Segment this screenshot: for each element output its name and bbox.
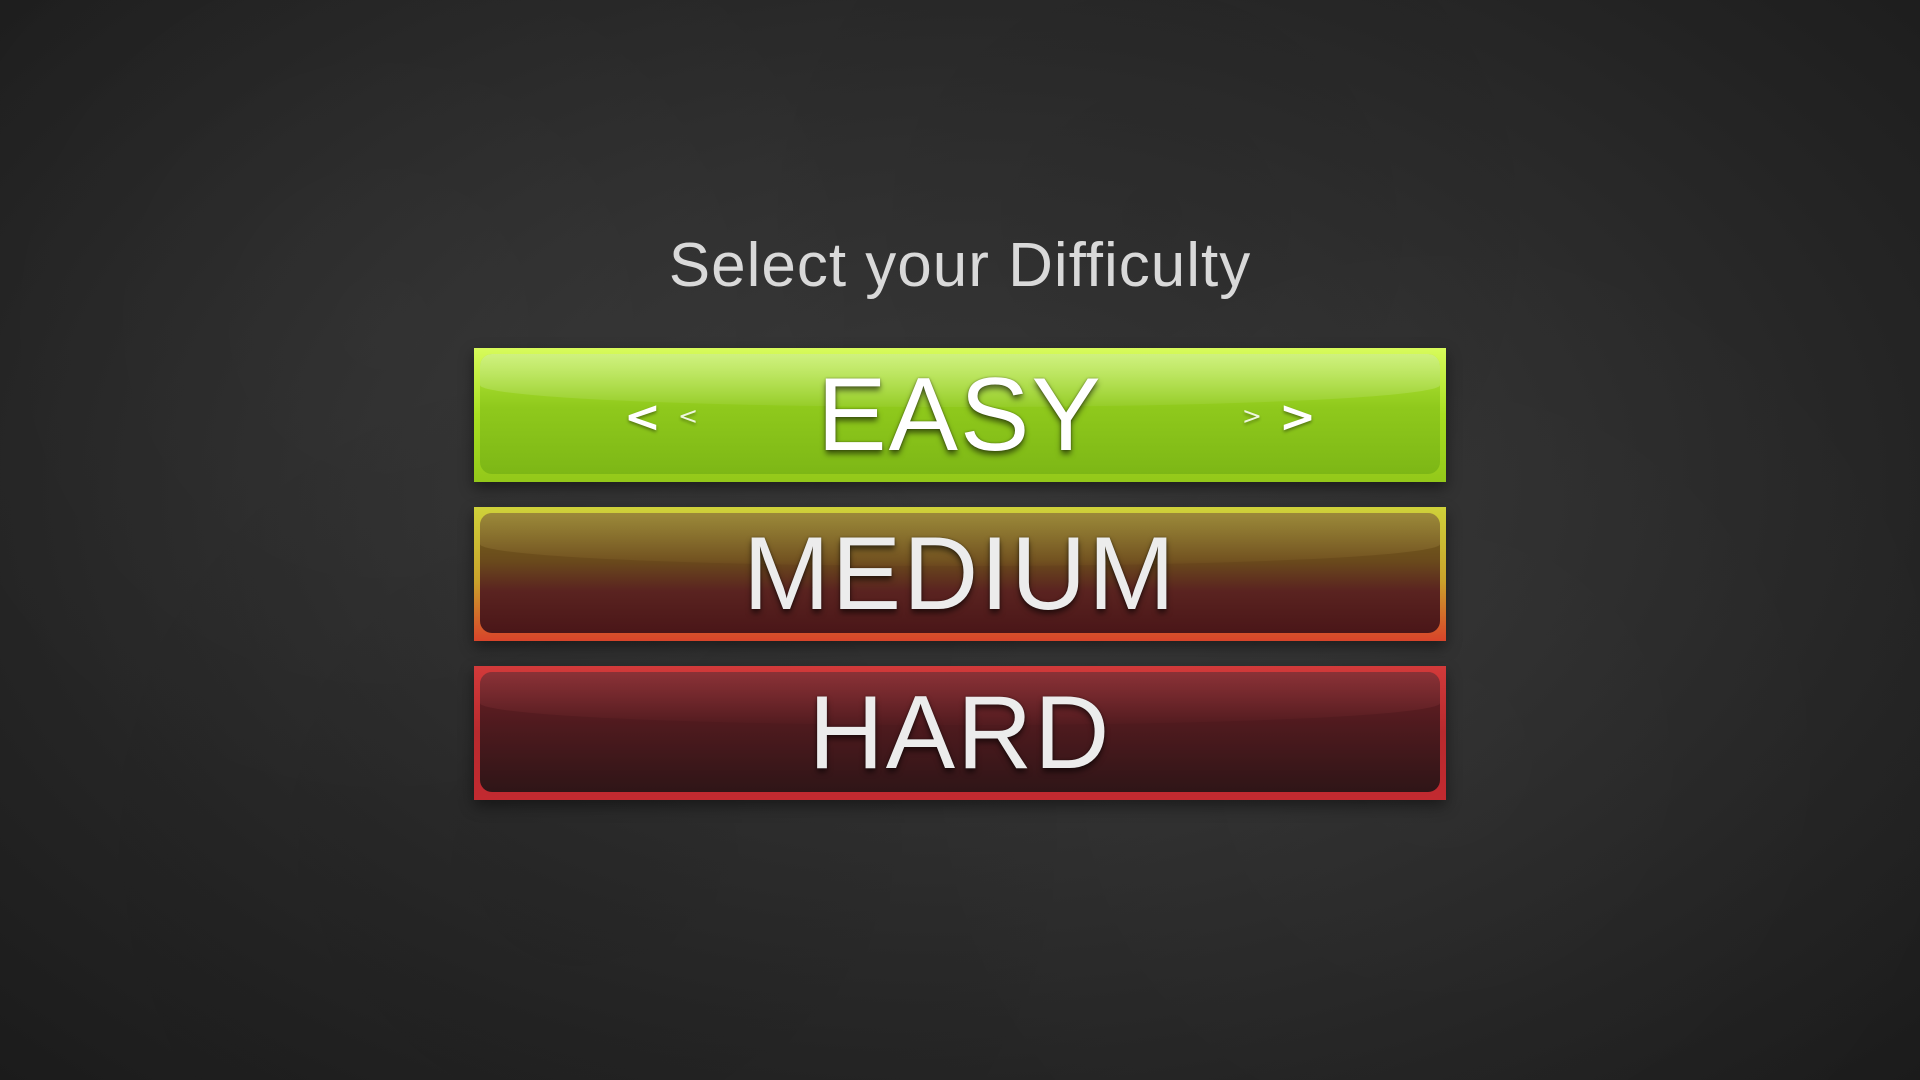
chevron-right-icon[interactable]: > — [1279, 392, 1316, 443]
difficulty-option-medium[interactable]: MEDIUM — [474, 507, 1446, 641]
chevron-right-small-icon: > — [1241, 402, 1262, 431]
option-label: HARD — [808, 674, 1112, 791]
difficulty-option-easy[interactable]: < < EASY > > — [474, 348, 1446, 482]
difficulty-option-hard[interactable]: HARD — [474, 666, 1446, 800]
option-label: MEDIUM — [743, 515, 1177, 632]
page-title: Select your Difficulty — [668, 231, 1252, 300]
difficulty-menu: < < EASY > > MEDIUM HARD — [474, 348, 1446, 825]
